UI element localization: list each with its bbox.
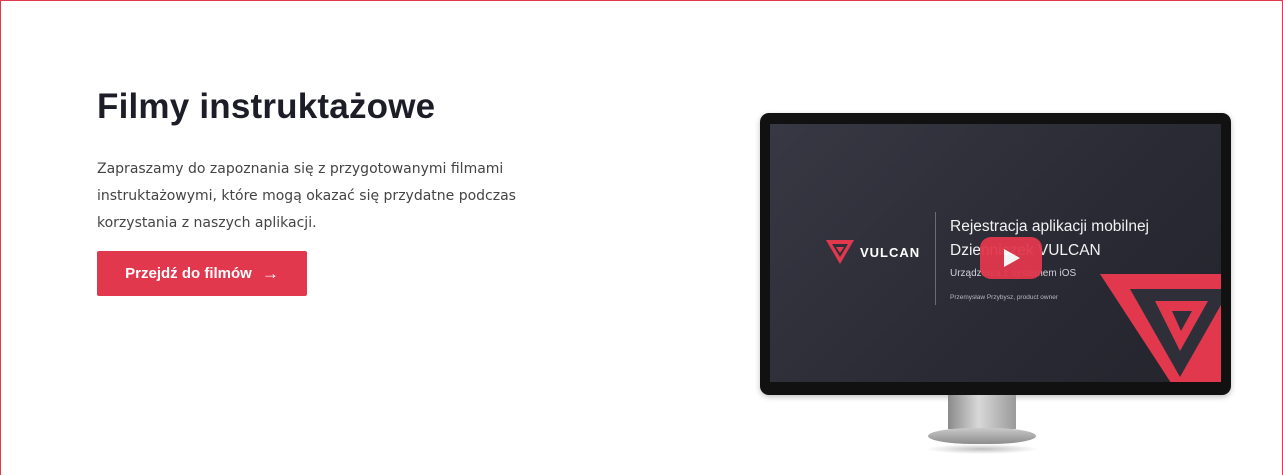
- vulcan-large-logo-icon: [1100, 274, 1221, 382]
- monitor-stand-base: [928, 428, 1036, 444]
- monitor: VULCAN Rejestracja aplikacji mobilnej Dz…: [760, 113, 1231, 395]
- play-icon: [1004, 249, 1020, 267]
- monitor-stand-shadow: [925, 444, 1039, 454]
- vulcan-logo-text: VULCAN: [860, 244, 921, 260]
- video-player[interactable]: VULCAN Rejestracja aplikacji mobilnej Dz…: [770, 124, 1221, 382]
- go-to-videos-label: Przejdź do filmów: [125, 265, 252, 282]
- title-divider: [935, 212, 936, 305]
- video-author: Przemysław Przybysz, product owner: [950, 294, 1059, 301]
- play-button[interactable]: [980, 237, 1042, 279]
- section-title: Filmy instruktażowe: [97, 87, 436, 126]
- vulcan-logo-icon: [826, 240, 854, 264]
- section-description: Zapraszamy do zapoznania się z przygotow…: [97, 161, 516, 231]
- arrow-right-icon: →: [261, 263, 279, 283]
- intro-block: Filmy instruktażowe Zapraszamy do zapozn…: [97, 86, 617, 237]
- vulcan-logo: VULCAN: [826, 240, 920, 264]
- go-to-videos-button[interactable]: Przejdź do filmów →: [97, 251, 307, 296]
- monitor-stand-neck: [948, 395, 1016, 429]
